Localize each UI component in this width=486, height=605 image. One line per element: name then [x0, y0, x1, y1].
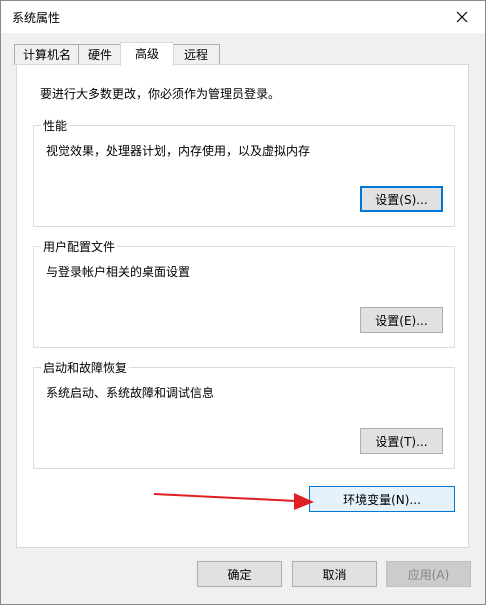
performance-title: 性能 [41, 117, 70, 134]
user-profiles-description: 与登录帐户相关的桌面设置 [46, 265, 191, 279]
startup-recovery-description: 系统启动、系统故障和调试信息 [46, 386, 215, 400]
user-profiles-group: 用户配置文件 与登录帐户相关的桌面设置 设置(E)... [33, 238, 455, 348]
system-properties-dialog: 系统属性 计算机名 硬件 高级 远程 要进行大多数更改，你必须作为管理员登录。 … [0, 0, 486, 605]
close-button[interactable] [439, 1, 485, 33]
performance-description: 视觉效果，处理器计划，内存使用，以及虚拟内存 [46, 144, 311, 158]
admin-notice: 要进行大多数更改，你必须作为管理员登录。 [40, 87, 281, 101]
tab-advanced[interactable]: 高级 [120, 42, 174, 66]
close-icon [456, 11, 468, 23]
performance-settings-button[interactable]: 设置(S)... [360, 186, 443, 212]
apply-button[interactable]: 应用(A) [386, 561, 471, 587]
tab-computer-name[interactable]: 计算机名 [14, 44, 80, 65]
user-profiles-settings-button[interactable]: 设置(E)... [360, 307, 443, 333]
tab-remote[interactable]: 远程 [172, 44, 220, 65]
performance-group: 性能 视觉效果，处理器计划，内存使用，以及虚拟内存 设置(S)... [33, 117, 455, 227]
advanced-tab-panel: 要进行大多数更改，你必须作为管理员登录。 性能 视觉效果，处理器计划，内存使用，… [16, 64, 469, 548]
startup-recovery-group: 启动和故障恢复 系统启动、系统故障和调试信息 设置(T)... [33, 359, 455, 469]
title-bar[interactable]: 系统属性 [1, 1, 485, 33]
window-title: 系统属性 [12, 11, 61, 25]
ok-button[interactable]: 确定 [197, 561, 282, 587]
tab-hardware[interactable]: 硬件 [78, 44, 122, 65]
cancel-button[interactable]: 取消 [292, 561, 377, 587]
startup-recovery-title: 启动和故障恢复 [41, 359, 130, 376]
startup-recovery-settings-button[interactable]: 设置(T)... [360, 428, 443, 454]
user-profiles-title: 用户配置文件 [41, 238, 118, 255]
environment-variables-button[interactable]: 环境变量(N)... [309, 486, 455, 512]
